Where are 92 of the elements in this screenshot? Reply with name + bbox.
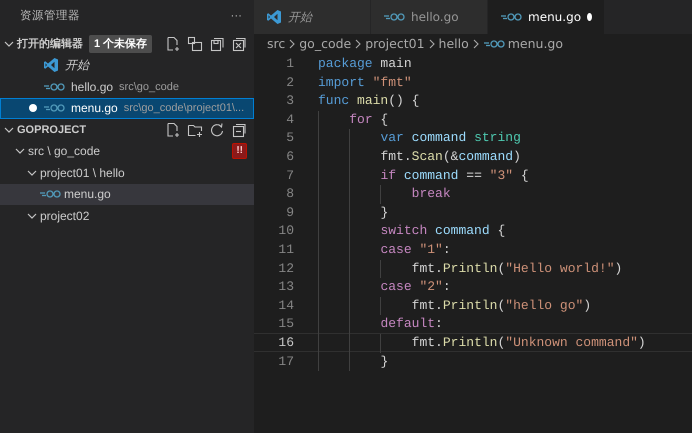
folder-item[interactable]: project02 <box>0 205 254 226</box>
line-number: 9 <box>285 204 294 220</box>
code-line: for { <box>294 110 388 128</box>
sidebar-title: 资源管理器 <box>20 8 80 24</box>
go-file-icon <box>39 189 61 200</box>
breadcrumb-item[interactable]: hello <box>438 34 469 54</box>
breadcrumb-item[interactable]: menu.go <box>508 34 564 54</box>
line-number: 6 <box>285 148 294 165</box>
new-file-icon[interactable] <box>165 122 181 138</box>
unsaved-badge: 1 个未保存 <box>89 34 152 53</box>
open-editor-item[interactable]: 开始 <box>0 54 254 76</box>
go-file-icon <box>43 103 65 114</box>
line-number: 8 <box>285 185 294 202</box>
chevron-right-icon <box>428 39 436 49</box>
file-item[interactable]: menu.go <box>0 184 254 205</box>
chevron-down-icon[interactable] <box>4 124 14 135</box>
problem-badge: !! <box>232 143 247 160</box>
chevron-right-icon <box>288 39 296 49</box>
chevron-down-icon[interactable] <box>27 168 37 178</box>
folder-item[interactable]: src \ go_code !! <box>0 140 254 162</box>
code-line: func main() { <box>317 92 420 109</box>
folder-item[interactable]: project01 \ hello <box>0 162 254 184</box>
line-number: 7 <box>285 166 294 184</box>
code-line: } <box>294 352 388 370</box>
line-number: 14 <box>277 296 294 314</box>
file-name: 开始 <box>65 57 89 74</box>
code-line: fmt.Println("Unknown command") <box>294 334 646 350</box>
code-line: } <box>294 204 388 220</box>
file-name: hello.go <box>71 78 114 96</box>
chevron-right-icon <box>472 39 480 49</box>
go-file-icon <box>500 12 522 22</box>
file-path: src\go_code\project01\... <box>124 101 244 116</box>
code-line: switch command { <box>294 222 506 239</box>
go-file-icon <box>43 82 65 92</box>
refresh-icon[interactable] <box>209 122 225 138</box>
line-number: 11 <box>277 240 294 258</box>
code-editor-icon <box>266 9 282 25</box>
open-group-icon[interactable] <box>187 36 203 52</box>
go-file-icon <box>383 12 405 22</box>
code-line: break <box>294 185 451 202</box>
editor-tab[interactable]: 开始 <box>254 0 371 34</box>
line-number: 13 <box>277 278 294 295</box>
code-line: fmt.Println("hello go") <box>294 296 592 314</box>
code-line: fmt.Scan(&command) <box>294 148 521 165</box>
section-header[interactable]: 打开的编辑器 1 个未保存 <box>0 33 254 54</box>
section-title: GOPROJECT <box>17 122 86 138</box>
folder-name: project02 <box>40 208 90 225</box>
line-number: 4 <box>285 110 294 128</box>
line-number: 16 <box>277 334 294 350</box>
code-line: case "2": <box>294 278 451 295</box>
folder-name: src \ go_code <box>28 143 100 160</box>
section-header[interactable]: GOPROJECT <box>0 119 254 140</box>
editor-tab[interactable]: hello.go <box>371 0 488 34</box>
line-number: 5 <box>285 129 294 146</box>
chevron-down-icon[interactable] <box>15 146 25 156</box>
code-line: import "fmt" <box>317 74 412 90</box>
open-editor-item[interactable]: menu.go src\go_code\project01\... <box>0 98 254 119</box>
section-title: 打开的编辑器 <box>17 36 83 52</box>
code-editor-icon <box>43 57 59 74</box>
code-line: if command == "3" { <box>294 166 529 184</box>
folder-name: project01 \ hello <box>40 164 125 182</box>
line-number: 17 <box>277 352 294 370</box>
open-editor-item[interactable]: hello.go src\go_code <box>0 76 254 98</box>
more-actions-button[interactable]: ··· <box>230 8 242 26</box>
code-line: default: <box>294 315 443 332</box>
line-number: 3 <box>285 92 294 109</box>
breadcrumb-item[interactable]: src <box>267 34 286 54</box>
line-number: 10 <box>277 222 294 239</box>
breadcrumb-item[interactable]: project01 <box>365 34 425 54</box>
code-line: case "1": <box>294 240 451 258</box>
unsaved-dot-icon <box>587 13 592 21</box>
save-all-icon[interactable] <box>209 36 225 52</box>
collapse-all-icon[interactable] <box>231 122 247 138</box>
line-number: 12 <box>277 260 294 276</box>
new-file-icon[interactable] <box>165 36 181 52</box>
chevron-down-icon[interactable] <box>4 38 14 49</box>
line-number: 15 <box>277 315 294 332</box>
chevron-right-icon <box>354 39 362 49</box>
chevron-down-icon[interactable] <box>27 210 37 221</box>
file-path: src\go_code <box>119 80 179 94</box>
breadcrumb-item[interactable]: go_code <box>299 34 352 54</box>
unsaved-dot-icon <box>29 104 37 112</box>
code-line: fmt.Println("Hello world!") <box>294 260 622 276</box>
go-file-icon <box>482 39 505 49</box>
line-number: 1 <box>285 55 294 72</box>
code-line: package main <box>317 55 412 72</box>
file-name: menu.go <box>64 186 111 204</box>
code-line: var command string <box>294 129 521 146</box>
line-number: 2 <box>285 74 294 90</box>
file-name: menu.go <box>71 100 118 118</box>
close-all-icon[interactable] <box>231 36 247 52</box>
editor-tab[interactable]: menu.go <box>488 0 605 34</box>
